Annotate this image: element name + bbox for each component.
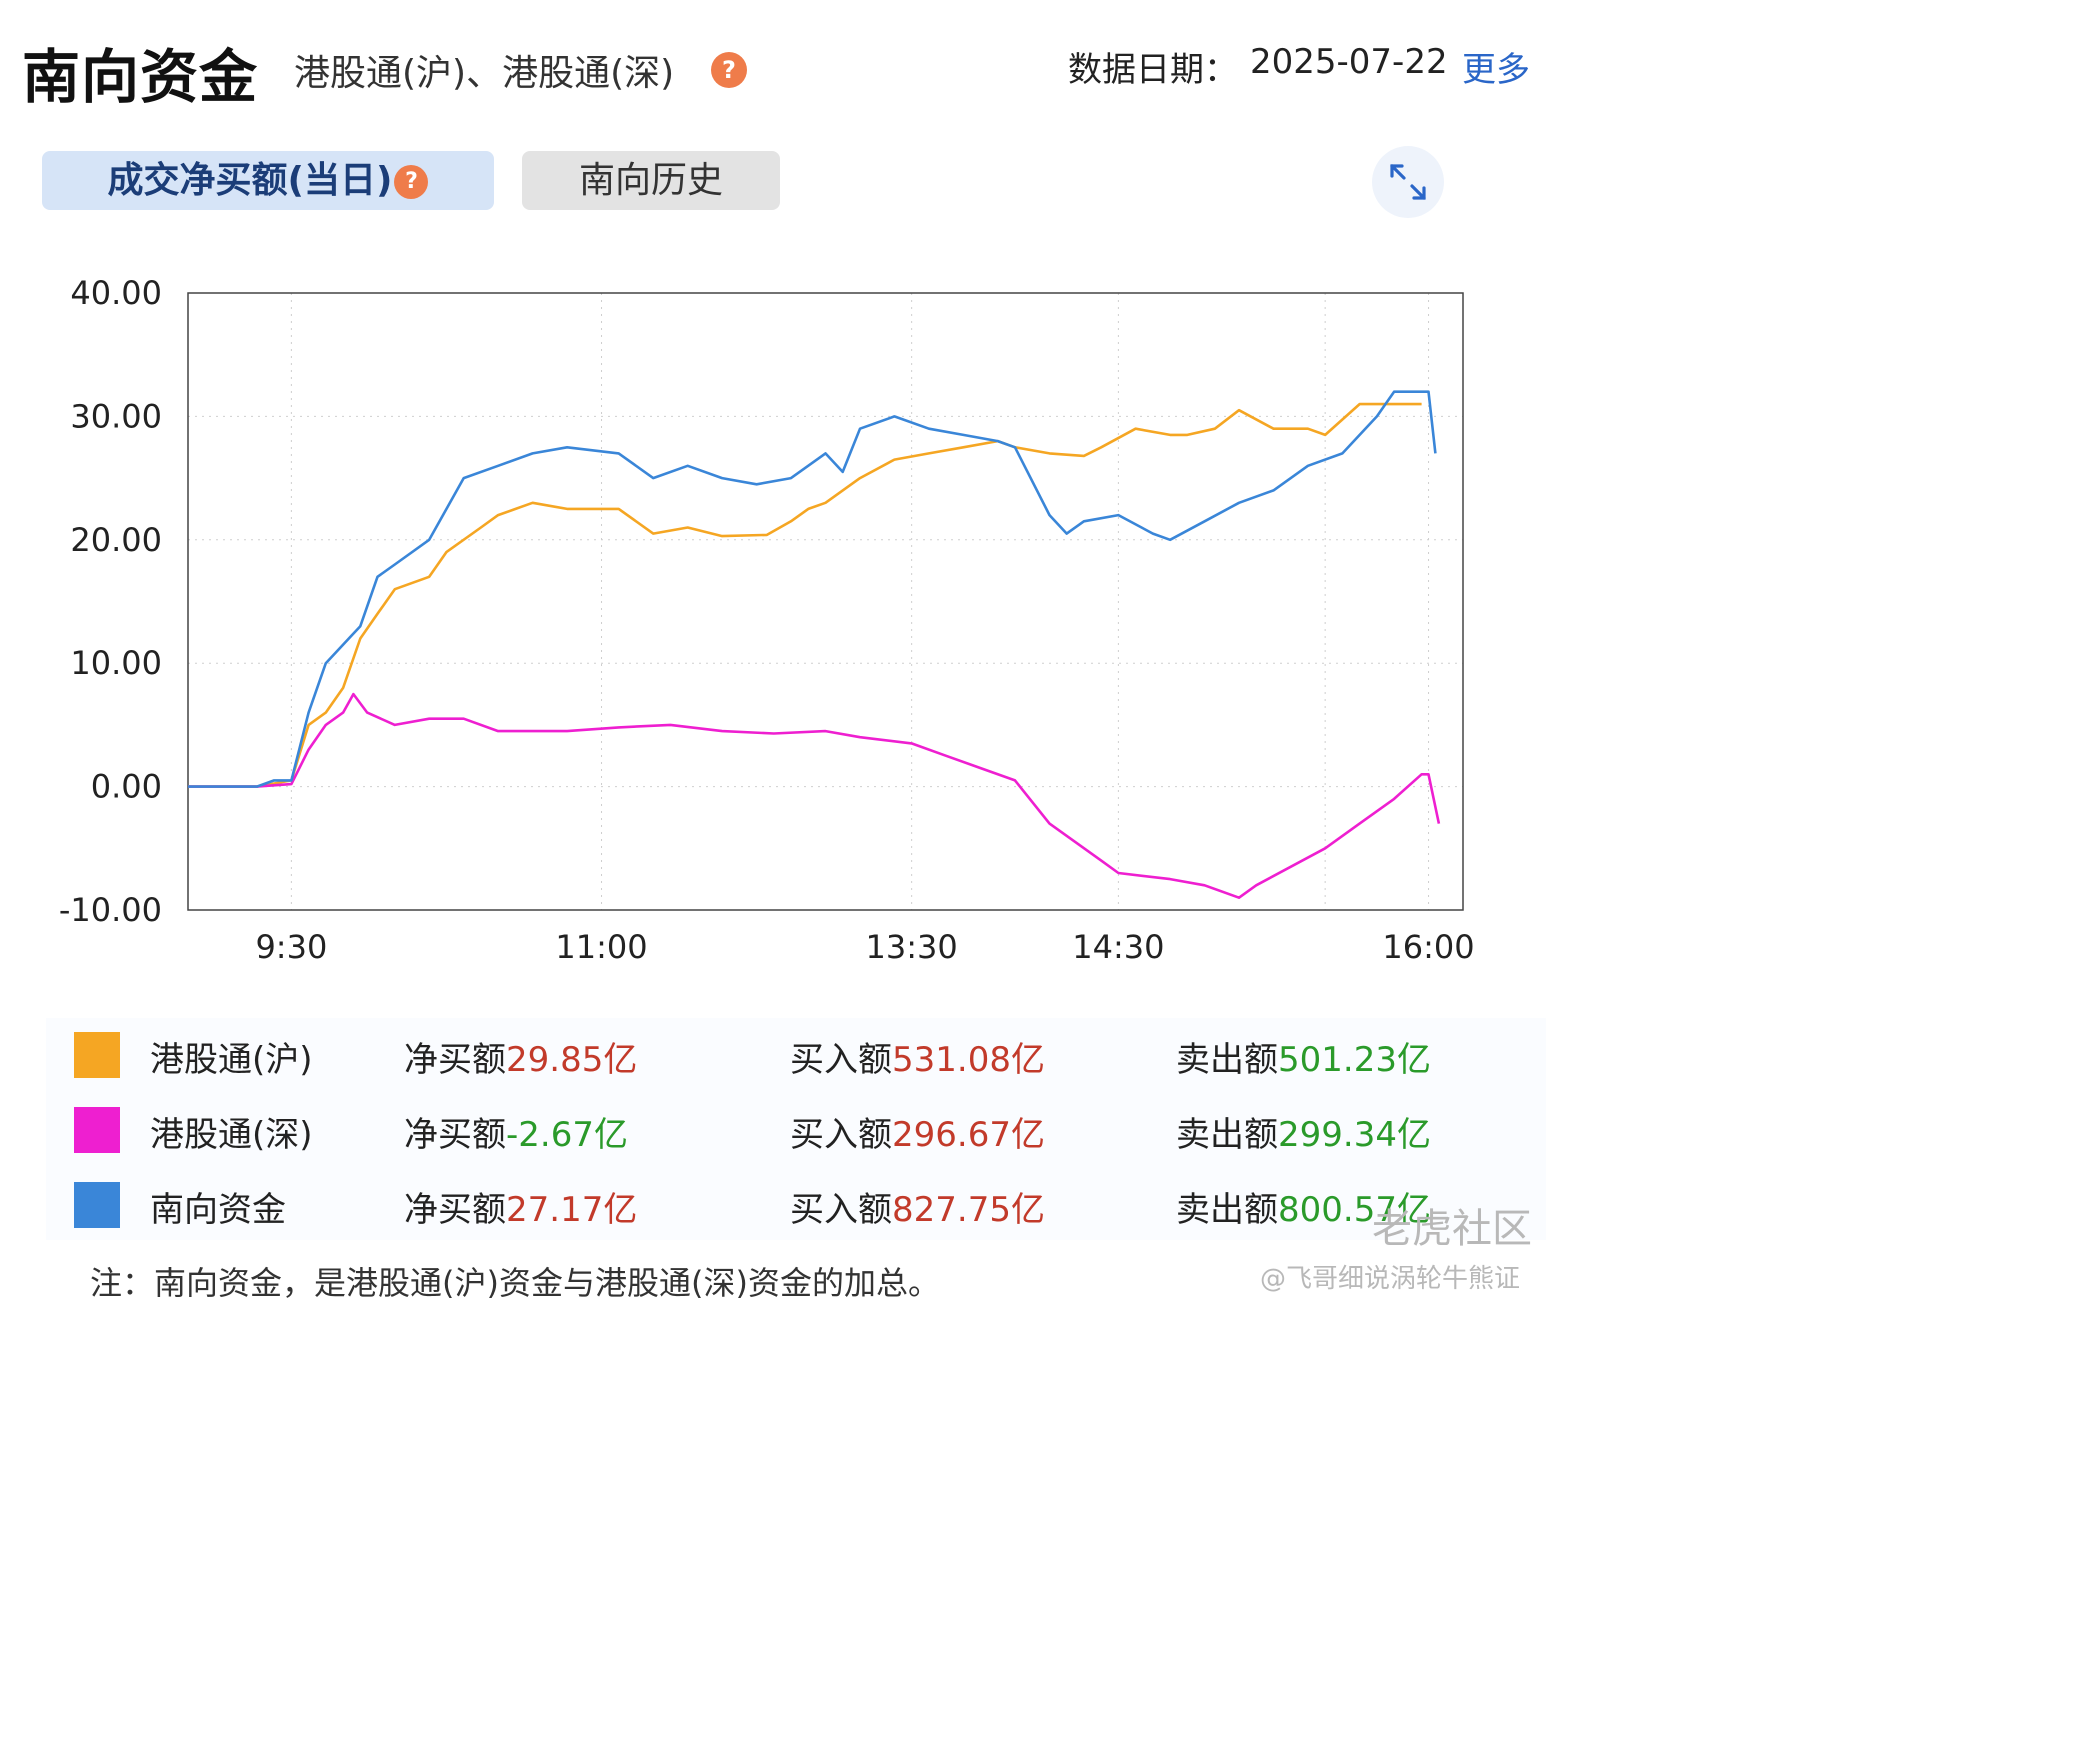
footnote: 注：南向资金，是港股通(沪)资金与港股通(深)资金的加总。	[90, 1264, 940, 1302]
help-icon[interactable]: ?	[394, 165, 429, 199]
tab-southbound-history[interactable]: 南向历史	[522, 151, 780, 210]
legend-swatch-total	[74, 1182, 120, 1228]
x-axis-ticks: 9:30 11:00 13:30 14:30 16:00	[255, 928, 1474, 966]
legend-row-sh: 港股通(沪) 净买额29.85亿 买入额531.08亿 卖出额501.23亿	[46, 1018, 1546, 1092]
legend-buy: 买入额296.67亿	[790, 1115, 1045, 1155]
legend-row-total: 南向资金 净买额27.17亿 买入额827.75亿 卖出额800.57亿	[46, 1168, 1546, 1242]
tab-net-buy-today[interactable]: 成交净买额(当日)?	[42, 151, 494, 210]
series-line-0	[188, 402, 1422, 788]
series-layer	[188, 390, 1441, 900]
y-tick-label: -10.00	[59, 891, 162, 929]
x-tick-label: 9:30	[255, 928, 327, 966]
watermark-logo: 老虎社区	[1372, 1206, 1532, 1252]
date-value: 2025-07-22	[1250, 42, 1448, 82]
y-axis-ticks: 40.00 30.00 20.00 10.00 0.00 -10.00	[59, 274, 162, 929]
x-tick-label: 13:30	[866, 928, 958, 966]
more-link[interactable]: 更多	[1462, 42, 1530, 91]
y-tick-label: 20.00	[70, 521, 162, 559]
date-label: 数据日期：	[1068, 50, 1238, 90]
page-title: 南向资金	[22, 43, 259, 111]
x-tick-label: 11:00	[555, 928, 647, 966]
y-tick-label: 0.00	[91, 768, 162, 806]
watermark-user: @飞哥细说涡轮牛熊证	[1260, 1264, 1521, 1294]
legend-net: 净买额-2.67亿	[404, 1115, 628, 1155]
legend-buy: 买入额531.08亿	[790, 1040, 1045, 1080]
y-tick-label: 40.00	[70, 274, 162, 312]
x-tick-label: 16:00	[1382, 928, 1474, 966]
legend-name: 港股通(沪)	[150, 1040, 313, 1080]
net-buy-line-chart: 40.00 30.00 20.00 10.00 0.00 -10.00 9:30 11:00…	[59, 274, 1475, 966]
help-icon[interactable]: ?	[711, 52, 747, 88]
legend-net: 净买额27.17亿	[404, 1190, 638, 1230]
series-line-1	[188, 692, 1441, 900]
x-tick-label: 14:30	[1072, 928, 1164, 966]
series-line-2	[188, 390, 1437, 788]
y-tick-label: 10.00	[70, 644, 162, 682]
tab-net-buy-label: 成交净买额(当日)	[107, 160, 393, 201]
legend-row-sz: 港股通(深) 净买额-2.67亿 买入额296.67亿 卖出额299.34亿	[46, 1093, 1546, 1167]
legend-swatch-sz	[74, 1107, 120, 1153]
expand-button[interactable]	[1372, 146, 1444, 218]
page-subtitle: 港股通(沪)、港股通(深)	[294, 53, 675, 94]
y-tick-label: 30.00	[70, 397, 162, 435]
legend-swatch-sh	[74, 1032, 120, 1078]
legend-name: 南向资金	[150, 1190, 286, 1230]
legend-net: 净买额29.85亿	[404, 1040, 638, 1080]
expand-icon	[1390, 164, 1426, 200]
legend-sell: 卖出额299.34亿	[1176, 1115, 1431, 1155]
legend-sell: 卖出额501.23亿	[1176, 1040, 1431, 1080]
legend-table: 港股通(沪) 净买额29.85亿 买入额531.08亿 卖出额501.23亿 港…	[46, 1018, 1546, 1240]
grid-lines	[188, 292, 1463, 911]
legend-buy: 买入额827.75亿	[790, 1190, 1045, 1230]
tab-history-label: 南向历史	[578, 160, 723, 201]
plot-frame	[187, 292, 1464, 911]
legend-name: 港股通(深)	[150, 1115, 313, 1155]
